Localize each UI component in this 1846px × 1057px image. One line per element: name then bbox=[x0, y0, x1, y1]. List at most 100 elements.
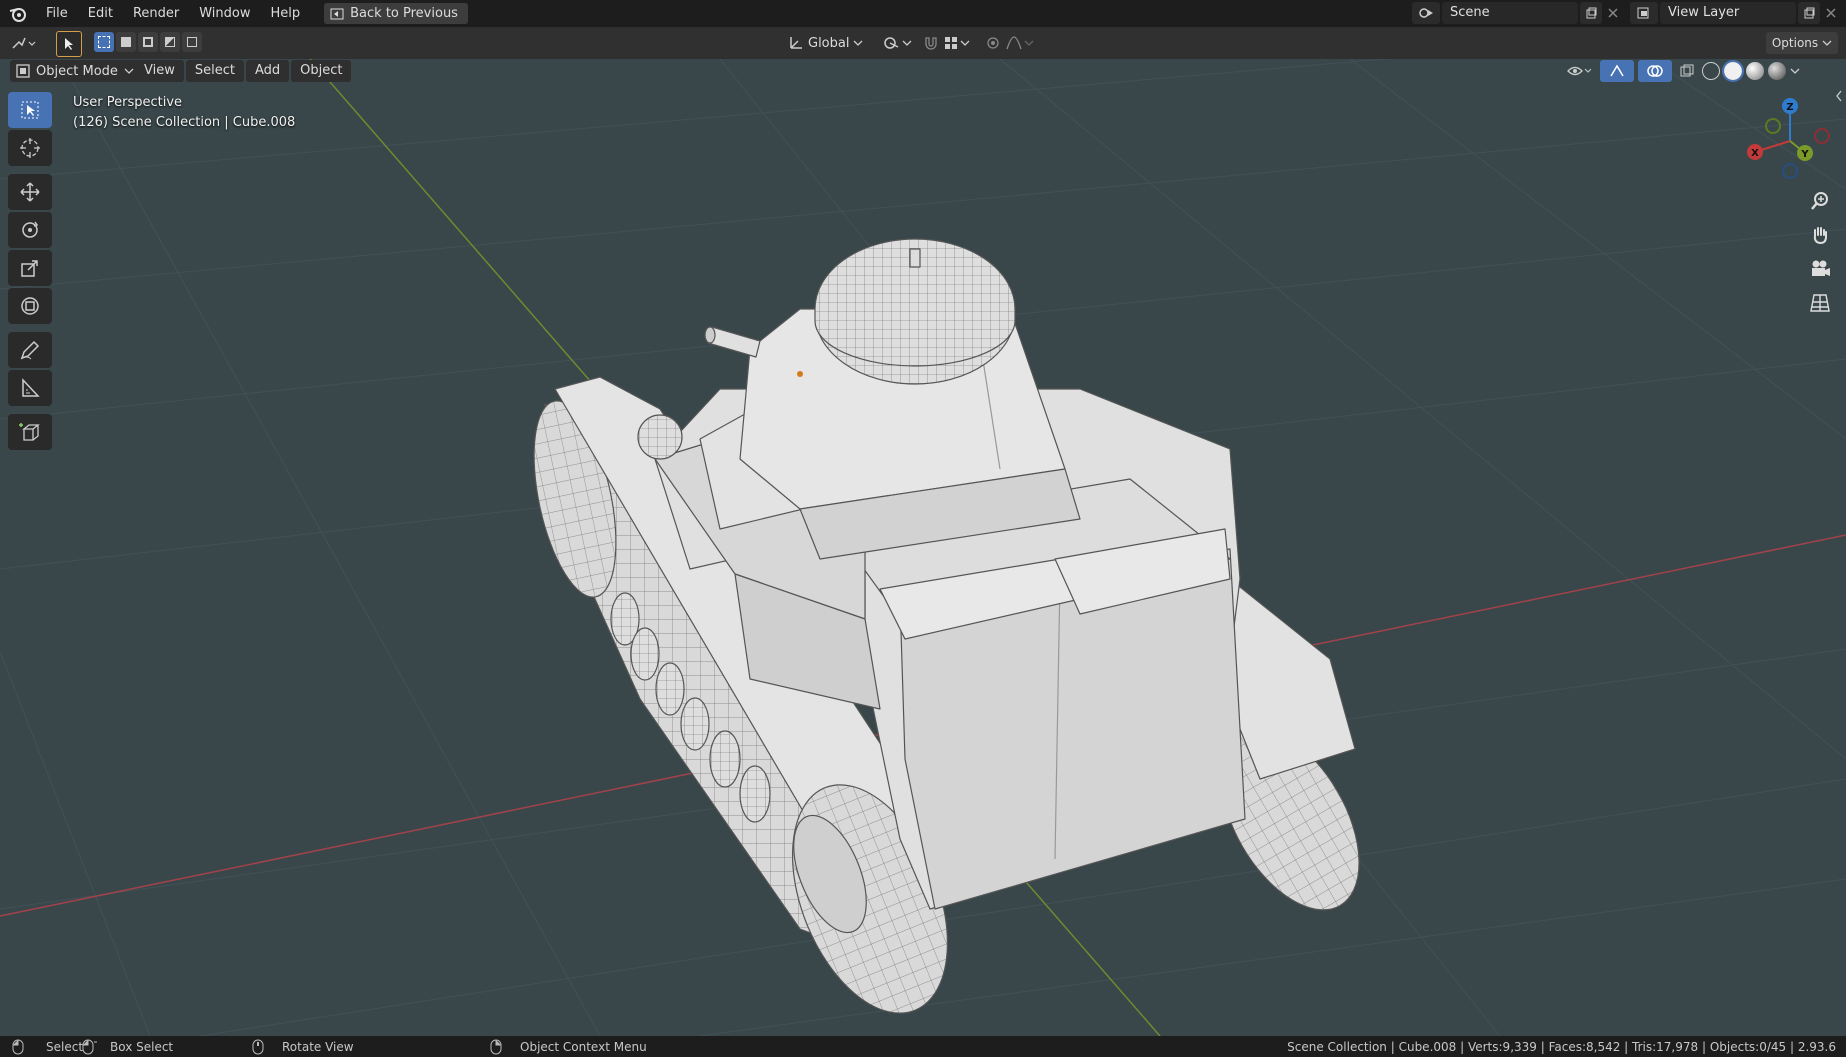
add-cube-tool[interactable] bbox=[8, 414, 52, 450]
proportional-edit-icon bbox=[987, 37, 999, 49]
rendered-shading-icon[interactable] bbox=[1768, 62, 1786, 80]
transform-orientation-label: Global bbox=[808, 35, 850, 51]
visibility-eye-icon[interactable] bbox=[1562, 60, 1596, 82]
overlays-toggle-icon[interactable] bbox=[1638, 60, 1672, 82]
perspective-toggle-button[interactable] bbox=[1804, 287, 1836, 319]
viewport-display-controls bbox=[1562, 60, 1800, 82]
status-box-select-label: Box Select bbox=[110, 1039, 174, 1054]
menu-file[interactable]: File bbox=[36, 0, 78, 27]
pivot-point-dropdown[interactable] bbox=[882, 32, 912, 54]
subtract-selection-icon[interactable] bbox=[138, 32, 158, 52]
add-cube-icon bbox=[19, 423, 40, 441]
viewport-menu-select[interactable]: Select bbox=[185, 60, 244, 82]
back-to-previous-button[interactable]: Back to Previous bbox=[324, 3, 468, 24]
mouse-middle-icon bbox=[252, 1039, 264, 1054]
object-mode-icon bbox=[16, 64, 30, 78]
orientation-axis-icon bbox=[790, 37, 802, 49]
status-rotate-hint: Rotate View bbox=[252, 1039, 354, 1055]
rotate-icon bbox=[22, 221, 39, 238]
viewport-menu-view[interactable]: View bbox=[135, 60, 184, 82]
transform-orientation-dropdown[interactable]: Global bbox=[788, 32, 863, 54]
chevron-down-icon bbox=[124, 68, 134, 74]
move-tool[interactable] bbox=[8, 174, 52, 210]
snap-target-dropdown[interactable] bbox=[944, 32, 970, 54]
camera-icon bbox=[1812, 260, 1830, 276]
status-select-hint: Select bbox=[12, 1039, 83, 1055]
measure-tool[interactable] bbox=[8, 370, 52, 406]
wireframe-shading-icon[interactable] bbox=[1702, 62, 1720, 80]
intersect-selection-icon[interactable] bbox=[182, 32, 202, 52]
tool-shelf bbox=[8, 92, 54, 452]
viewport-menu-object[interactable]: Object bbox=[291, 60, 352, 82]
editor-type-icon[interactable] bbox=[10, 32, 42, 54]
gizmo-x-label: X bbox=[1751, 148, 1759, 159]
delete-scene-icon[interactable] bbox=[1602, 2, 1624, 24]
tank-model bbox=[533, 238, 1360, 1014]
hand-icon bbox=[1813, 227, 1827, 245]
viewport-perspective-label: User Perspective bbox=[73, 95, 183, 110]
material-shading-icon[interactable] bbox=[1746, 62, 1764, 80]
screen-back-icon bbox=[330, 8, 344, 19]
set-new-selection-icon[interactable] bbox=[94, 32, 114, 52]
pivot-point-icon bbox=[884, 37, 899, 49]
ruler-icon bbox=[22, 378, 40, 397]
snap-grid-icon bbox=[945, 37, 957, 49]
falloff-curve-icon bbox=[1006, 36, 1022, 50]
transform-tool[interactable] bbox=[8, 288, 52, 324]
chevron-down-icon bbox=[960, 40, 970, 46]
new-view-layer-icon[interactable] bbox=[1798, 2, 1820, 24]
extend-selection-icon[interactable] bbox=[116, 32, 136, 52]
select-tool-icon[interactable] bbox=[56, 31, 82, 57]
mouse-drag-icon bbox=[82, 1039, 97, 1054]
scale-tool[interactable] bbox=[8, 250, 52, 286]
magnet-icon bbox=[925, 37, 937, 50]
crosshair-icon bbox=[20, 138, 40, 158]
3d-viewport[interactable]: User Perspective (126) Scene Collection … bbox=[0, 59, 1846, 1036]
snap-toggle[interactable] bbox=[920, 32, 942, 54]
navigation-gizmo[interactable]: Z X Y bbox=[1745, 96, 1835, 186]
menu-help[interactable]: Help bbox=[261, 0, 311, 27]
scene-name-field[interactable]: Scene bbox=[1442, 2, 1578, 24]
annotate-tool[interactable] bbox=[8, 332, 52, 368]
sidebar-toggle-chevron-icon[interactable] bbox=[1834, 89, 1844, 103]
select-box-tool[interactable] bbox=[8, 92, 52, 128]
mouse-right-icon bbox=[490, 1039, 502, 1054]
zoom-view-button[interactable] bbox=[1804, 185, 1836, 217]
pencil-icon bbox=[20, 340, 40, 360]
new-scene-icon[interactable] bbox=[1580, 2, 1602, 24]
status-context-menu-hint: Object Context Menu bbox=[490, 1039, 647, 1055]
scene-statistics: Scene Collection | Cube.008 | Verts:9,33… bbox=[1287, 1039, 1836, 1054]
viewport-menu-add[interactable]: Add bbox=[245, 60, 290, 82]
cursor-tool[interactable] bbox=[8, 130, 52, 166]
view-layer-field[interactable]: View Layer bbox=[1660, 2, 1796, 24]
scene-selector: Scene bbox=[1412, 2, 1624, 24]
invert-selection-icon[interactable] bbox=[160, 32, 180, 52]
status-box-select-hint: Box Select bbox=[82, 1039, 173, 1055]
chevron-down-icon bbox=[854, 40, 863, 46]
solid-shading-icon[interactable] bbox=[1722, 60, 1744, 82]
blender-logo-icon[interactable] bbox=[0, 0, 36, 27]
chevron-down-icon[interactable] bbox=[1790, 67, 1800, 75]
gizmo-y-label: Y bbox=[1800, 149, 1809, 160]
falloff-dropdown[interactable] bbox=[1006, 32, 1034, 54]
camera-view-button[interactable] bbox=[1804, 253, 1836, 285]
view-layer-selector: View Layer bbox=[1630, 2, 1842, 24]
delete-view-layer-icon[interactable] bbox=[1820, 2, 1842, 24]
menu-window[interactable]: Window bbox=[189, 0, 260, 27]
xray-toggle-icon[interactable] bbox=[1676, 60, 1698, 82]
menu-edit[interactable]: Edit bbox=[78, 0, 123, 27]
pan-view-button[interactable] bbox=[1804, 219, 1836, 251]
view-layer-icon[interactable] bbox=[1630, 2, 1658, 24]
chevron-down-icon bbox=[1024, 40, 1034, 46]
rotate-tool[interactable] bbox=[8, 212, 52, 248]
top-menu-bar: File Edit Render Window Help Back to Pre… bbox=[0, 0, 1846, 27]
gizmo-toggle-icon[interactable] bbox=[1600, 60, 1634, 82]
options-dropdown[interactable]: Options bbox=[1766, 32, 1838, 54]
object-mode-label: Object Mode bbox=[36, 63, 118, 79]
proportional-editing-toggle[interactable] bbox=[982, 32, 1004, 54]
menu-render[interactable]: Render bbox=[123, 0, 189, 27]
cursor-arrow-icon bbox=[21, 101, 39, 119]
object-mode-dropdown[interactable]: Object Mode bbox=[10, 60, 140, 82]
move-arrows-icon bbox=[20, 182, 40, 202]
scene-type-icon[interactable] bbox=[1412, 2, 1440, 24]
